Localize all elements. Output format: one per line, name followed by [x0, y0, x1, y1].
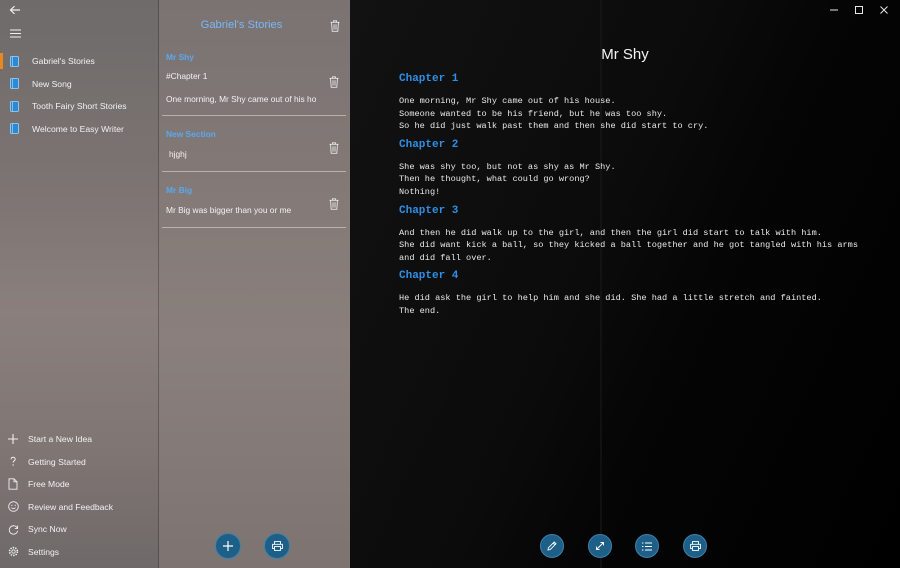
trash-icon[interactable]	[328, 75, 339, 88]
back-arrow-icon[interactable]	[6, 3, 24, 17]
chapter-block: Chapter 2 She was shy too, but not as sh…	[399, 139, 859, 199]
section-card-mr-big[interactable]: Mr Big Mr Big was bigger than you or me	[162, 178, 346, 228]
question-icon	[7, 456, 19, 468]
text-line: Someone wanted to be his friend, but he …	[399, 108, 668, 119]
text-line: One morning, Mr Shy came out of his hous…	[399, 96, 616, 106]
section-preview-line: Mr Big was bigger than you or me	[166, 205, 292, 215]
nav-action-label: Getting Started	[28, 456, 86, 467]
nav-action-label: Start a New Idea	[28, 434, 93, 445]
notebook-icon	[9, 78, 19, 90]
selection-indicator	[0, 53, 3, 69]
outline-button[interactable]	[635, 534, 659, 558]
chapter-text: She was shy too, but not as shy as Mr Sh…	[399, 161, 859, 199]
pencil-icon	[547, 541, 557, 551]
chapter-heading: Chapter 2	[399, 138, 459, 151]
close-icon[interactable]	[876, 3, 892, 17]
nav-action-label: Review and Feedback	[28, 501, 114, 512]
sync-icon	[7, 523, 19, 535]
chapter-text: He did ask the girl to help him and she …	[399, 292, 859, 317]
collection-title: Gabriel's Stories	[200, 19, 283, 31]
text-line: So he did just walk past them and then s…	[399, 121, 709, 132]
start-new-idea-button[interactable]: Start a New Idea	[0, 428, 159, 451]
section-preview-line: One morning, Mr Shy came out of his ho	[166, 94, 317, 104]
document-icon	[7, 478, 19, 490]
section-preview-line: #Chapter 1	[166, 71, 208, 81]
print-button[interactable]	[683, 534, 707, 558]
smiley-icon	[7, 501, 19, 513]
chapter-text: And then he did walk up to the girl, and…	[399, 227, 859, 265]
gear-icon	[7, 546, 19, 558]
nav-action-label: Free Mode	[28, 479, 70, 490]
fullscreen-button[interactable]	[588, 534, 612, 558]
notebook-icon	[9, 123, 19, 135]
document-title: Mr Shy	[601, 46, 649, 63]
navigation-pane: Gabriel's Stories New Song Tooth Fairy S…	[0, 0, 159, 568]
nav-action-label: Sync Now	[28, 524, 67, 535]
section-heading: Mr Big	[166, 185, 193, 195]
story-label: Tooth Fairy Short Stories	[32, 101, 127, 112]
story-item-new-song[interactable]: New Song	[0, 73, 159, 96]
notebook-icon	[9, 100, 19, 112]
chapter-heading: Chapter 3	[399, 204, 459, 217]
chapter-block: Chapter 4 He did ask the girl to help hi…	[399, 270, 859, 317]
text-line: He did ask the girl to help him and she …	[399, 293, 822, 304]
list-icon	[642, 542, 652, 551]
nav-action-label: Settings	[28, 546, 60, 557]
chapter-text: One morning, Mr Shy came out of his hous…	[399, 95, 859, 133]
chapter-block: Chapter 3 And then he did walk up to the…	[399, 205, 859, 265]
minimize-icon[interactable]	[826, 3, 842, 17]
story-list: Gabriel's Stories New Song Tooth Fairy S…	[0, 50, 159, 140]
trash-icon[interactable]	[329, 19, 341, 33]
reader-pane: Mr Shy Chapter 1 One morning, Mr Shy cam…	[350, 0, 900, 568]
print-list-button[interactable]	[264, 533, 290, 559]
add-section-button[interactable]	[215, 533, 241, 559]
story-label: Gabriel's Stories	[32, 56, 95, 67]
story-item-tooth-fairy[interactable]: Tooth Fairy Short Stories	[0, 95, 159, 118]
trash-icon[interactable]	[328, 197, 339, 210]
plus-icon	[223, 541, 233, 551]
printer-icon	[689, 541, 701, 551]
plus-icon	[7, 433, 19, 445]
chapter-heading: Chapter 4	[399, 270, 459, 283]
hamburger-icon[interactable]	[6, 26, 24, 40]
text-line: And then he did walk up to the girl, and…	[399, 227, 822, 238]
story-item-welcome[interactable]: Welcome to Easy Writer	[0, 118, 159, 141]
sync-now-button[interactable]: Sync Now	[0, 518, 159, 541]
chapter-block: Chapter 1 One morning, Mr Shy came out o…	[399, 73, 859, 133]
getting-started-button[interactable]: Getting Started	[0, 451, 159, 474]
text-line: She was shy too, but not as shy as Mr Sh…	[399, 161, 616, 172]
printer-icon	[271, 541, 283, 551]
section-card-new-section[interactable]: New Section hjghj	[162, 122, 346, 172]
settings-button[interactable]: Settings	[0, 541, 159, 564]
text-line: Nothing!	[399, 186, 441, 197]
maximize-icon[interactable]	[851, 3, 867, 17]
story-item-gabriels-stories[interactable]: Gabriel's Stories	[0, 50, 159, 73]
edit-button[interactable]	[540, 534, 564, 558]
notebook-icon	[9, 55, 19, 67]
section-heading: Mr Shy	[166, 52, 194, 62]
text-line: She did want kick a ball, so they kicked…	[399, 240, 858, 263]
review-feedback-button[interactable]: Review and Feedback	[0, 496, 159, 519]
sections-pane: Gabriel's Stories Mr Shy #Chapter 1 One …	[159, 0, 350, 568]
story-label: New Song	[32, 78, 72, 89]
section-card-mr-shy[interactable]: Mr Shy #Chapter 1 One morning, Mr Shy ca…	[162, 44, 346, 116]
document-body: Chapter 1 One morning, Mr Shy came out o…	[399, 73, 859, 324]
chapter-heading: Chapter 1	[399, 73, 459, 85]
story-label: Welcome to Easy Writer	[32, 123, 124, 134]
nav-actions: Start a New Idea Getting Started Free Mo…	[0, 428, 159, 563]
section-preview-line: hjghj	[169, 149, 187, 159]
text-line: The end.	[399, 305, 441, 316]
expand-icon	[595, 541, 605, 551]
section-heading: New Section	[166, 129, 216, 139]
trash-icon[interactable]	[328, 141, 339, 154]
free-mode-button[interactable]: Free Mode	[0, 473, 159, 496]
text-line: Then he thought, what could go wrong?	[399, 174, 590, 185]
